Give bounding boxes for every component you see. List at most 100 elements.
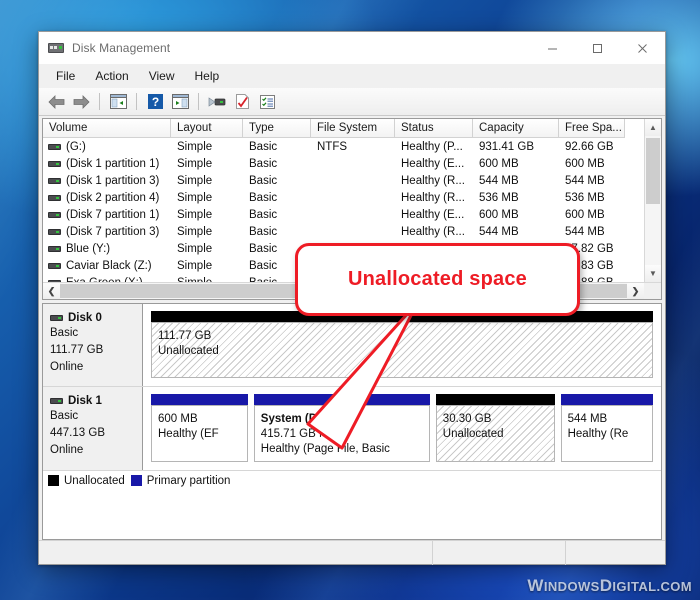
vertical-scroll-thumb[interactable] [646, 138, 660, 204]
cell-capacity: 600 MB [479, 157, 519, 170]
table-row[interactable]: (Disk 7 partition 1) Simple Basic Healthy (… [43, 206, 644, 223]
status-panel-1 [39, 540, 434, 565]
table-row[interactable]: (Disk 1 partition 1) Simple Basic Healthy (… [43, 155, 644, 172]
cell-capacity: 931.41 GB [479, 140, 534, 153]
cell-volume: (Disk 2 partition 4) [43, 192, 171, 204]
callout-tail [306, 300, 420, 450]
vertical-scrollbar[interactable]: ▲ ▼ [644, 119, 661, 282]
volume-label: (Disk 7 partition 3) [66, 225, 160, 238]
properties-icon[interactable] [256, 91, 278, 113]
cell-status: Healthy (E... [401, 208, 465, 221]
partition-block[interactable]: 600 MB Healthy (EF [151, 394, 248, 462]
menu-item-view[interactable]: View [140, 67, 184, 85]
show-hide-action-pane-icon[interactable] [169, 91, 191, 113]
vertical-scroll-track[interactable] [645, 136, 661, 265]
cell-type: Basic [249, 174, 278, 187]
window-controls [530, 32, 665, 64]
maximize-button[interactable] [575, 32, 620, 64]
scrollbar-corner [644, 283, 661, 299]
volume-label: (G:) [66, 140, 86, 153]
cell-free: 92.66 GB [565, 140, 614, 153]
menu-item-action[interactable]: Action [86, 67, 137, 85]
cell-volume: (Disk 1 partition 1) [43, 158, 171, 170]
volume-icon [48, 143, 61, 150]
menu-item-help[interactable]: Help [186, 67, 229, 85]
cell-layout: Simple [177, 140, 213, 153]
watermark: WINDOWSDIGITAL.COM [527, 576, 692, 596]
volume-icon [48, 262, 61, 269]
disk-title: Disk 1 [50, 395, 142, 407]
column-header-layout[interactable]: Layout [171, 119, 243, 138]
scroll-right-icon[interactable]: ❯ [627, 283, 644, 299]
partition-color-bar [560, 394, 653, 405]
help-icon[interactable]: ? [144, 91, 166, 113]
watermark-part3: D [599, 576, 613, 595]
toolbar-separator [136, 93, 137, 110]
cell-status: Healthy (E... [401, 157, 465, 170]
column-header-file-system[interactable]: File System [311, 119, 395, 138]
column-header-free-spa[interactable]: Free Spa... [559, 119, 625, 138]
volume-label: (Disk 1 partition 3) [66, 174, 160, 187]
cell-type: Basic [249, 208, 278, 221]
disk-info-1[interactable]: Disk 1 Basic 447.13 GB Online [43, 387, 143, 470]
cell-capacity: 544 MB [479, 174, 519, 187]
watermark-part2: INDOWS [543, 579, 600, 594]
close-button[interactable] [620, 32, 665, 64]
scroll-up-icon[interactable]: ▲ [645, 119, 661, 136]
disk-size: 111.77 GB [50, 344, 104, 356]
svg-text:?: ? [151, 95, 158, 109]
cell-status: Healthy (R... [401, 174, 465, 187]
legend-item-primary-partition: Primary partition [130, 475, 230, 487]
cell-type: Basic [249, 225, 278, 238]
scroll-left-icon[interactable]: ❮ [43, 283, 60, 299]
cell-volume: (Disk 1 partition 3) [43, 175, 171, 187]
column-header-status[interactable]: Status [395, 119, 473, 138]
volume-icon [48, 177, 61, 184]
toolbar: ? [39, 88, 665, 116]
back-icon[interactable] [45, 91, 67, 113]
column-header-type[interactable]: Type [243, 119, 311, 138]
status-panel-3 [566, 541, 665, 565]
disk-size: 447.13 GB [50, 427, 105, 439]
partition-line-1: 600 MB [158, 413, 198, 425]
annotation-text: Unallocated space [347, 268, 528, 290]
disk-name: Disk 0 [68, 312, 102, 324]
cell-layout: Simple [177, 157, 213, 170]
connect-icon[interactable] [206, 91, 228, 113]
cell-capacity: 544 MB [479, 225, 519, 238]
partition-line-2: Healthy (EF [158, 428, 219, 440]
menu-bar: File Action View Help [39, 64, 665, 88]
column-header-capacity[interactable]: Capacity [473, 119, 559, 138]
cell-volume: Caviar Black (Z:) [43, 260, 171, 272]
table-row[interactable]: (Disk 2 partition 4) Simple Basic Healthy (… [43, 189, 644, 206]
rescan-disks-icon[interactable] [231, 91, 253, 113]
cell-layout: Simple [177, 259, 213, 272]
scroll-down-icon[interactable]: ▼ [645, 265, 661, 282]
cell-layout: Simple [177, 225, 213, 238]
partition-color-bar [151, 394, 248, 405]
legend-swatch-unallocated [48, 475, 59, 486]
show-hide-console-tree-icon[interactable] [107, 91, 129, 113]
cell-fs: NTFS [317, 140, 348, 153]
table-row[interactable]: (Disk 7 partition 3) Simple Basic Healthy (… [43, 223, 644, 240]
cell-free: 600 MB [565, 157, 605, 170]
cell-volume: Blue (Y:) [43, 243, 171, 255]
title-bar[interactable]: Disk Management [39, 32, 665, 64]
partition-block[interactable]: 544 MB Healthy (Re [560, 394, 653, 462]
forward-icon[interactable] [70, 91, 92, 113]
disk-name: Disk 1 [68, 395, 102, 407]
volume-icon [48, 228, 61, 235]
table-row[interactable]: (Disk 1 partition 3) Simple Basic Healthy (… [43, 172, 644, 189]
table-row[interactable]: (G:) Simple Basic NTFS Healthy (P... 931.41 G… [43, 138, 644, 155]
column-header-volume[interactable]: Volume [43, 119, 171, 138]
cell-free: 544 MB [565, 174, 605, 187]
volume-label: Blue (Y:) [66, 242, 111, 255]
legend: Unallocated Primary partition [43, 470, 661, 490]
menu-item-file[interactable]: File [47, 67, 84, 85]
disk-icon [50, 398, 63, 404]
volume-list-header: Volume Layout Type File System Status Capacit… [43, 119, 644, 138]
minimize-button[interactable] [530, 32, 575, 64]
toolbar-separator [198, 93, 199, 110]
partition-details: 544 MB Healthy (Re [560, 405, 653, 462]
disk-info-0[interactable]: Disk 0 Basic 111.77 GB Online [43, 304, 143, 386]
